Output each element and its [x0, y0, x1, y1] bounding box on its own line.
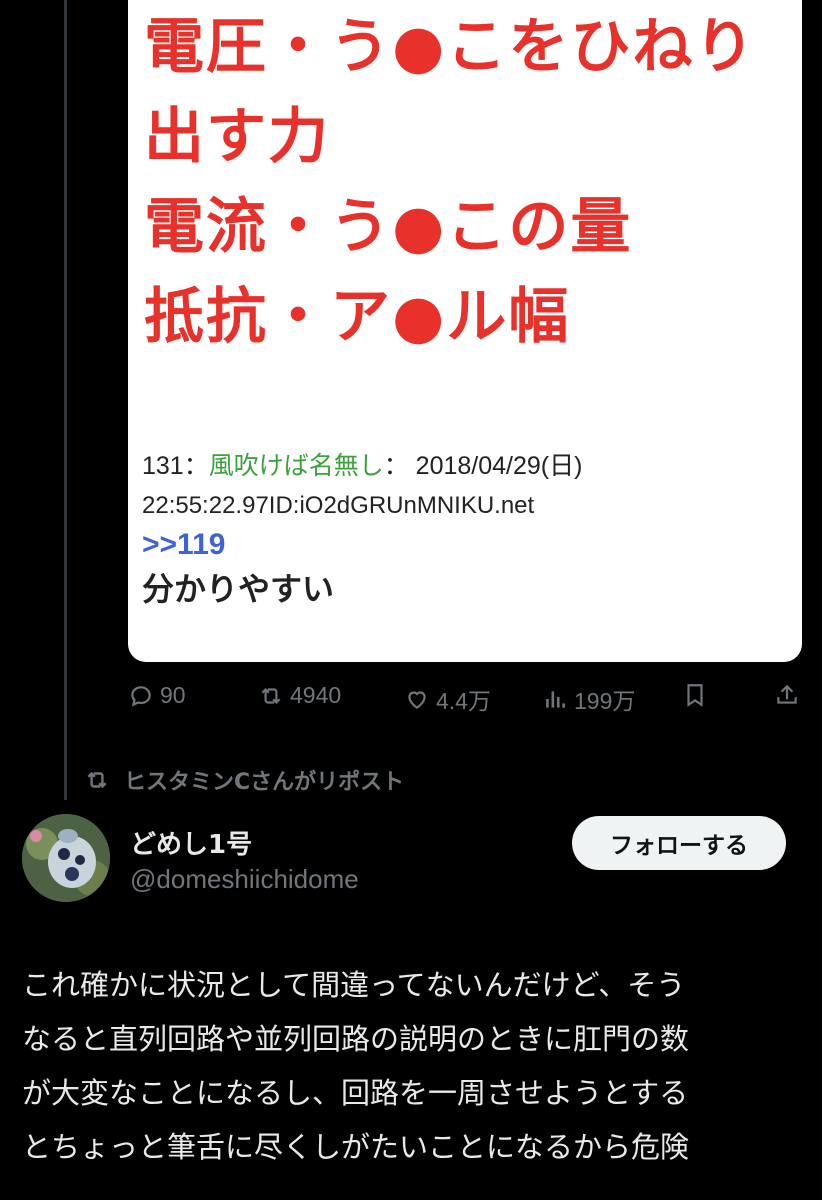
reply-count: 90: [160, 682, 186, 708]
reply-icon: [131, 685, 151, 707]
tweet-text: これ確かに状況として間違ってないんだけど、そう なると直列回路や並列回路の説明の…: [22, 958, 812, 1174]
quoted-image-card[interactable]: 電圧・う●こをひねり 出す力 電流・う●この量 抵抗・ア●ル幅 131：風吹けば…: [128, 0, 802, 662]
tweet-text-line: が大変なことになるし、回路を一周させようとする: [22, 1076, 689, 1110]
repost-icon: [87, 771, 107, 789]
thread-connector-line: [64, 0, 67, 800]
post-meta: 131：風吹けば名無し： 2018/04/29(日) 22:55:22.97ID…: [142, 446, 582, 526]
repost-button[interactable]: 4940: [258, 682, 341, 709]
post-id: 22:55:22.97ID:iO2dGRUnMNIKU.net: [142, 492, 535, 519]
like-count: 4.4万: [436, 688, 491, 714]
post-date: ： 2018/04/29(日): [383, 452, 583, 480]
view-count: 199万: [574, 688, 636, 714]
tweet-text-line: とちょっと筆舌に尽くしがたいことになるから危険: [22, 1130, 690, 1164]
reply-anchor-link: >>119: [142, 528, 226, 561]
views-button[interactable]: 199万: [542, 682, 635, 716]
repost-banner-text: ヒスタミンCさんがリポスト: [124, 770, 405, 795]
views-icon: [546, 691, 565, 708]
heart-icon: [408, 691, 426, 709]
bookmark-button[interactable]: [682, 682, 708, 708]
repost-count: 4940: [290, 682, 342, 708]
share-icon: [777, 684, 797, 704]
follow-button[interactable]: フォローする: [572, 816, 786, 870]
red-text-block: 電圧・う●こをひねり 出す力 電流・う●この量 抵抗・ア●ル幅: [144, 2, 756, 362]
avatar[interactable]: [22, 814, 110, 902]
red-text-line: 電流・う●この量: [144, 192, 633, 262]
tweet-text-line: なると直列回路や並列回路の説明のときに肛門の数: [22, 1022, 690, 1056]
red-text-line: 出す力: [144, 102, 330, 172]
repost-icon: [261, 687, 281, 704]
author-display-name[interactable]: どめし1号: [130, 824, 252, 861]
reply-text: 分かりやすい: [142, 570, 335, 608]
repost-banner[interactable]: ヒスタミンCさんがリポスト: [84, 764, 404, 796]
avatar-image: [22, 814, 110, 902]
like-button[interactable]: 4.4万: [404, 682, 491, 716]
action-bar: 90 4940 4.4万 199万: [128, 682, 802, 716]
reply-button[interactable]: 90: [128, 682, 186, 709]
post-number: 131：: [142, 452, 209, 480]
author-handle[interactable]: @domeshiichidome: [130, 864, 359, 895]
bookmark-icon: [687, 684, 703, 707]
red-text-line: 電圧・う●こをひねり: [144, 12, 757, 82]
red-text-line: 抵抗・ア●ル幅: [144, 282, 571, 352]
tweet-text-line: これ確かに状況として間違ってないんだけど、そう: [22, 968, 686, 1002]
poster-name: 風吹けば名無し: [208, 452, 384, 480]
share-button[interactable]: [774, 682, 800, 708]
